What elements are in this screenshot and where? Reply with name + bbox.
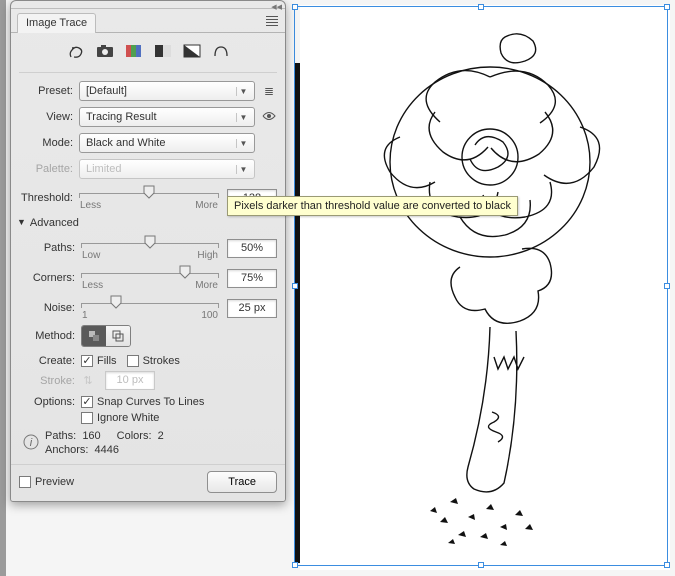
selection-handle[interactable] [292,562,298,568]
preset-outline-icon[interactable] [212,43,230,62]
selection-handle[interactable] [478,4,484,10]
stroke-value: 10 px [105,371,155,390]
preset-auto-icon[interactable] [67,43,85,62]
threshold-tooltip: Pixels darker than threshold value are c… [227,196,518,216]
trace-button[interactable]: Trace [207,471,277,493]
method-abutting-button[interactable] [82,326,106,346]
threshold-label: Threshold: [19,192,79,204]
paths-value[interactable]: 50% [227,239,277,258]
method-label: Method: [21,330,81,342]
panel-menu-icon[interactable] [263,14,281,28]
paths-label: Paths: [21,242,81,254]
selection-handle[interactable] [664,562,670,568]
noise-value[interactable]: 25 px [227,299,277,318]
selection-handle[interactable] [292,4,298,10]
mode-dropdown[interactable]: Black and White▼ [79,133,255,153]
preset-bw-icon[interactable] [183,43,201,62]
paths-slider[interactable] [81,235,219,251]
preset-grays-icon[interactable] [154,43,172,62]
noise-label: Noise: [21,302,81,314]
preset-label: Preset: [19,85,79,97]
snap-checkbox[interactable] [81,396,93,408]
view-dropdown[interactable]: Tracing Result▼ [79,107,255,127]
preset-dropdown[interactable]: [Default]▼ [79,81,255,101]
strokes-checkbox[interactable] [127,355,139,367]
palette-dropdown: Limited▼ [79,159,255,179]
selection-bounds [294,6,668,566]
view-label: View: [19,111,79,123]
preview-checkbox[interactable] [19,476,31,488]
eye-icon[interactable] [261,110,277,124]
threshold-slider[interactable] [79,185,219,201]
corners-slider[interactable] [81,265,219,281]
selection-handle[interactable] [664,283,670,289]
svg-text:i: i [30,437,33,449]
preset-colors-icon[interactable] [125,43,143,62]
noise-slider[interactable] [81,295,219,311]
mode-label: Mode: [19,137,79,149]
info-icon: i [23,434,39,453]
corners-value[interactable]: 75% [227,269,277,288]
palette-label: Palette: [19,163,79,175]
preset-menu-icon[interactable]: ≣ [261,84,277,98]
panel-tab-image-trace[interactable]: Image Trace [17,13,96,33]
selection-handle[interactable] [664,4,670,10]
selection-handle[interactable] [478,562,484,568]
selection-handle[interactable] [292,283,298,289]
advanced-toggle[interactable]: ▼Advanced [17,217,277,229]
canvas[interactable] [300,5,670,570]
image-trace-panel: ◀◀ Image Trace Preset: [Default]▼ ≣ View… [10,0,286,502]
options-label: Options: [21,396,81,408]
link-icon: ⇅ [81,374,95,387]
create-label: Create: [21,355,81,367]
stroke-label: Stroke: [21,375,81,387]
ignore-white-checkbox[interactable] [81,412,93,424]
corners-label: Corners: [21,272,81,284]
fills-checkbox[interactable] [81,355,93,367]
method-overlapping-button[interactable] [106,326,130,346]
preset-photo-icon[interactable] [96,43,114,62]
